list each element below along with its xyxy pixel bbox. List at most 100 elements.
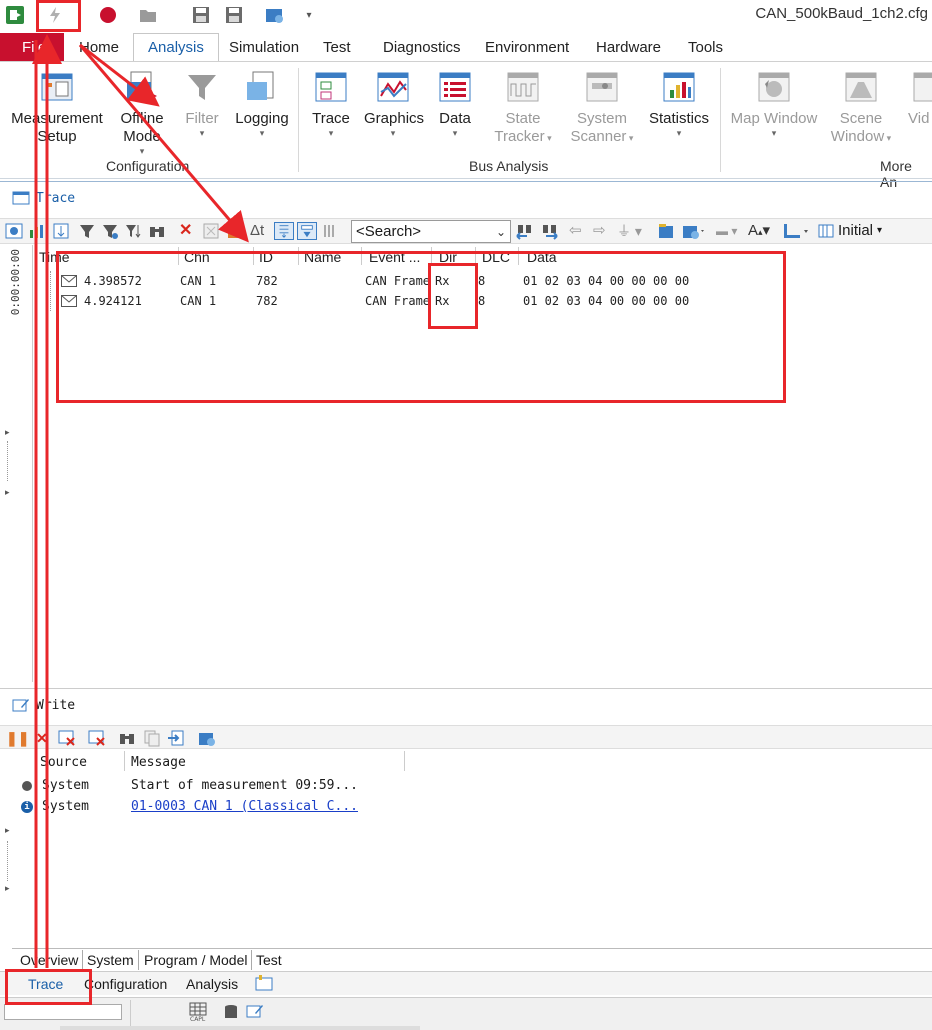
columns-icon[interactable] <box>322 222 340 240</box>
state-tracker-button[interactable]: State Tracker ▾ <box>490 70 556 147</box>
trace-search-box[interactable]: <Search> ⌄ <box>351 220 511 243</box>
window-tab-analysis[interactable]: Analysis <box>186 974 238 994</box>
tab-program-model[interactable]: Program / Model <box>140 950 253 970</box>
table-row[interactable]: 4.398572 CAN 1 782 CAN Frame Rx 8 01 02 … <box>34 272 932 290</box>
scene-window-button[interactable]: Scene Window ▾ <box>828 70 894 147</box>
mark-icon[interactable] <box>228 224 240 238</box>
expand-arrow-icon[interactable]: ▸ <box>5 825 10 836</box>
expand-arrow-icon[interactable]: ▸ <box>5 427 10 438</box>
list-item[interactable]: System Start of measurement 09:59... <box>0 777 420 797</box>
column-header-dlc[interactable]: DLC <box>482 249 510 265</box>
delta-time-icon[interactable]: Δt <box>250 222 270 240</box>
write-window-title: Write <box>12 697 75 713</box>
status-input[interactable] <box>4 1004 122 1020</box>
database-icon[interactable] <box>224 1004 238 1020</box>
clear-all-icon[interactable] <box>88 729 106 747</box>
list-item[interactable]: i System 01-0003 CAN 1 (Classical C... <box>0 798 420 818</box>
filter-config-icon[interactable] <box>101 222 119 240</box>
tab-home[interactable]: Home <box>79 33 119 61</box>
tab-diagnostics[interactable]: Diagnostics <box>383 33 461 61</box>
font-size-icon[interactable]: A▴▾ <box>748 222 778 240</box>
offline-mode-button[interactable]: Offline Mode ▾ <box>112 70 172 156</box>
configuration-settings-icon[interactable] <box>681 222 707 240</box>
video-window-button[interactable]: Vid <box>908 70 932 128</box>
column-header-time[interactable]: Time <box>39 249 70 265</box>
expand-arrow-icon[interactable]: ▸ <box>5 487 10 498</box>
tab-analysis[interactable]: Analysis <box>133 33 219 61</box>
data-button[interactable]: Data ▾ <box>436 70 474 138</box>
chevron-down-icon[interactable]: ⌄ <box>496 225 506 239</box>
save-as-icon[interactable] <box>223 4 245 26</box>
tab-tools[interactable]: Tools <box>688 33 723 61</box>
find-next-icon[interactable] <box>540 222 560 240</box>
trace-ribbon-button[interactable]: Trace ▾ <box>308 70 354 138</box>
filter-button[interactable]: Filter ▾ <box>182 70 222 138</box>
new-window-icon[interactable] <box>255 975 273 991</box>
trace-event-cell: CAN Frame <box>365 294 431 308</box>
tab-overview[interactable]: Overview <box>16 950 84 970</box>
data-icon <box>439 72 471 102</box>
state-tracker-icon <box>507 72 539 102</box>
tab-test[interactable]: Test <box>323 33 351 61</box>
start-measurement-icon[interactable] <box>44 4 66 26</box>
measurement-setup-button[interactable]: Measurement Setup <box>10 70 104 146</box>
column-header-chn[interactable]: Chn <box>184 249 210 265</box>
column-header-event[interactable]: Event ... <box>369 249 420 265</box>
window-tab-configuration[interactable]: Configuration <box>84 974 167 994</box>
find-previous-icon[interactable] <box>515 222 535 240</box>
stop-measurement-icon[interactable] <box>97 4 119 26</box>
initial-layout-dropdown[interactable]: Initial ▾ <box>818 222 882 239</box>
arrow-left-icon[interactable]: ⇦ <box>569 222 587 240</box>
write-icon[interactable] <box>246 1003 266 1019</box>
info-icon[interactable] <box>5 222 23 240</box>
chronological-mode-icon[interactable] <box>274 222 294 240</box>
system-scanner-button[interactable]: System Scanner ▾ <box>566 70 638 147</box>
capl-icon[interactable]: CAPL <box>188 1002 208 1022</box>
binoculars-icon[interactable] <box>148 222 166 240</box>
map-window-label: Map Window <box>730 110 818 127</box>
column-header-dir[interactable]: Dir <box>439 249 457 265</box>
scroll-icon[interactable] <box>52 222 70 240</box>
filter-sort-icon[interactable] <box>124 222 142 240</box>
table-row[interactable]: 4.924121 CAN 1 782 CAN Frame Rx 8 01 02 … <box>34 292 932 310</box>
configuration-icon[interactable] <box>264 4 286 26</box>
map-window-button[interactable]: Map Window ▾ <box>728 70 820 138</box>
expand-arrow-icon[interactable]: ▸ <box>5 883 10 894</box>
open-folder-icon[interactable] <box>137 4 159 26</box>
column-header-name[interactable]: Name <box>304 249 341 265</box>
delete-filter-icon[interactable] <box>202 222 220 240</box>
fixed-mode-icon[interactable] <box>297 222 317 240</box>
save-icon[interactable] <box>190 4 212 26</box>
graphics-button[interactable]: Graphics ▾ <box>364 70 424 138</box>
window-tab-trace[interactable]: Trace <box>28 974 63 994</box>
clear-icon[interactable]: ✕ <box>179 222 197 240</box>
customize-qat-icon[interactable]: ▾ <box>298 4 320 26</box>
clear-icon[interactable]: ✕ <box>36 729 54 747</box>
tab-simulation[interactable]: Simulation <box>229 33 299 61</box>
column-header-id[interactable]: ID <box>259 249 273 265</box>
statistics-icon[interactable] <box>27 222 45 240</box>
statistics-button[interactable]: Statistics ▾ <box>648 70 710 138</box>
layout-icon[interactable]: ▬ ▾ <box>716 222 744 240</box>
tab-file[interactable]: File <box>0 33 64 61</box>
write-header-source[interactable]: Source <box>40 755 87 770</box>
logging-button[interactable]: Logging ▾ <box>234 70 290 138</box>
configuration-icon[interactable] <box>197 729 215 747</box>
write-header-message[interactable]: Message <box>131 755 186 770</box>
column-header-data[interactable]: Data <box>527 249 557 265</box>
export-icon[interactable] <box>167 729 185 747</box>
arrow-right-icon[interactable]: ⇨ <box>593 222 611 240</box>
tab-hardware[interactable]: Hardware <box>596 33 661 61</box>
filter-icon[interactable] <box>78 222 96 240</box>
clear-window-icon[interactable] <box>58 729 76 747</box>
configuration-icon[interactable] <box>657 222 675 240</box>
tab-system[interactable]: System <box>83 950 139 970</box>
binoculars-icon[interactable] <box>118 729 136 747</box>
write-message-link[interactable]: 01-0003 CAN 1 (Classical C... <box>131 799 358 814</box>
pause-icon[interactable]: ❚❚ <box>6 729 29 747</box>
copy-icon[interactable] <box>143 729 161 747</box>
step-icon[interactable]: ⏚ ▾ <box>617 222 643 240</box>
tab-test[interactable]: Test <box>252 950 286 970</box>
color-icon[interactable] <box>782 222 812 240</box>
tab-environment[interactable]: Environment <box>485 33 569 61</box>
